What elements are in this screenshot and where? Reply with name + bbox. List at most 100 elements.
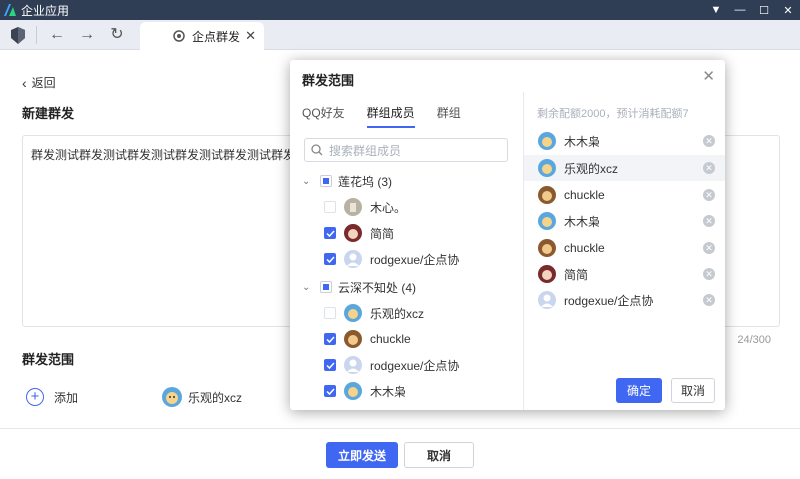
default-avatar-icon (344, 356, 362, 374)
tab-group-members[interactable]: 群组成员 (366, 104, 415, 128)
remove-icon[interactable]: ✕ (703, 162, 715, 174)
tab-label: 企点群发 (192, 29, 241, 44)
photo-avatar-icon (344, 198, 362, 216)
selected-label: chuckle (564, 188, 605, 202)
group-checkbox[interactable] (320, 281, 332, 293)
member-label: 木心。 (370, 200, 407, 215)
tab-groups[interactable]: 群组 (437, 104, 461, 128)
remove-icon[interactable]: ✕ (703, 189, 715, 201)
search-placeholder: 搜索群组成员 (329, 143, 402, 158)
member-label: 乐观的xcz (370, 306, 425, 321)
group-row[interactable]: ⌄ 云深不知处 (4) (290, 274, 523, 300)
member-checkbox[interactable] (324, 227, 336, 239)
remove-icon[interactable]: ✕ (703, 294, 715, 306)
member-row[interactable]: chuckle (290, 326, 523, 352)
tab-qidian-broadcast[interactable]: 企点群发 ✕ (140, 22, 264, 50)
member-row[interactable]: 乐观的xcz (290, 300, 523, 326)
tab-qq-friends[interactable]: QQ好友 (302, 104, 345, 128)
member-label: rodgexue/企点协 (370, 358, 460, 373)
dialog-close-icon[interactable]: ✕ (702, 67, 715, 85)
dialog-tabs: QQ好友 群组成员 群组 (302, 104, 483, 128)
back-link[interactable]: ‹ 返回 (22, 74, 56, 91)
chevron-down-icon[interactable]: ▼ (704, 0, 728, 20)
group-label: 莲花坞 (3) (338, 174, 393, 189)
caret-down-icon[interactable]: ⌄ (302, 176, 310, 187)
dialog-cancel-button[interactable]: 取消 (671, 378, 715, 403)
app-title: 企业应用 (21, 3, 70, 18)
remove-icon[interactable]: ✕ (703, 215, 715, 227)
caret-down-icon[interactable]: ⌄ (302, 282, 310, 293)
member-checkbox[interactable] (324, 359, 336, 371)
add-recipient-button[interactable]: + 添加 (26, 388, 78, 406)
message-text: 群发测试群发测试群发测试群发测试群发测试群发测试 (31, 148, 293, 162)
browser-toolbar: ← → ↻ 企点群发 ✕ (0, 20, 800, 50)
quota-hint: 剩余配额2000，预计消耗配额7 (537, 108, 689, 120)
back-arrow-icon[interactable]: ← (48, 26, 66, 44)
member-label: 简简 (370, 226, 395, 241)
selected-label: 乐观的xcz (564, 161, 619, 176)
group-checkbox[interactable] (320, 175, 332, 187)
dialog-confirm-button[interactable]: 确定 (616, 378, 662, 403)
maximize-icon[interactable]: ☐ (752, 0, 776, 20)
selected-label: 简简 (564, 267, 589, 282)
cancel-button[interactable]: 取消 (404, 442, 474, 468)
chosen-recipient: 乐观的xcz (162, 387, 242, 407)
member-checkbox[interactable] (324, 201, 336, 213)
cartoon-avatar-icon (162, 387, 182, 407)
new-broadcast-title: 新建群发 (22, 106, 75, 121)
selected-label: rodgexue/企点协 (564, 293, 654, 308)
remove-icon[interactable]: ✕ (703, 242, 715, 254)
back-label: 返回 (31, 76, 56, 90)
selected-item: rodgexue/企点协 ✕ (524, 287, 725, 313)
member-search-input[interactable]: 搜索群组成员 (304, 138, 508, 162)
member-row[interactable]: 简简 (290, 220, 523, 246)
selected-item: chuckle ✕ (524, 182, 725, 208)
app-logo-icon (4, 4, 16, 16)
close-icon[interactable]: ✕ (776, 0, 800, 20)
member-checkbox[interactable] (324, 333, 336, 345)
title-bar: 企业应用 ▼ — ☐ ✕ (0, 0, 800, 20)
anime-avatar-icon (344, 224, 362, 242)
anime-avatar-icon (538, 265, 556, 283)
default-avatar-icon (344, 250, 362, 268)
selected-item: chuckle ✕ (524, 235, 725, 261)
plus-icon: + (26, 388, 44, 406)
member-row[interactable]: 木心。 (290, 194, 523, 220)
cartoon-avatar-icon (538, 212, 556, 230)
member-row[interactable]: rodgexue/企点协 (290, 246, 523, 272)
forward-arrow-icon[interactable]: → (78, 26, 96, 44)
cartoon-avatar-icon (344, 304, 362, 322)
refresh-icon[interactable]: ↻ (108, 26, 126, 44)
search-icon (311, 144, 323, 156)
cartoon-avatar-icon (344, 382, 362, 400)
group-row[interactable]: ⌄ 莲花坞 (3) (290, 168, 523, 194)
member-checkbox[interactable] (324, 385, 336, 397)
member-checkbox[interactable] (324, 253, 336, 265)
cartoon-avatar-icon (538, 159, 556, 177)
selected-item: 木木枭 ✕ (524, 208, 725, 234)
remove-icon[interactable]: ✕ (703, 268, 715, 280)
member-row[interactable]: rodgexue/企点协 (290, 352, 523, 378)
member-label: rodgexue/企点协 (370, 252, 460, 267)
tab-app-icon (173, 30, 185, 42)
monkey-avatar-icon (538, 186, 556, 204)
send-now-button[interactable]: 立即发送 (326, 442, 398, 468)
shield-icon[interactable] (10, 27, 26, 44)
toolbar-divider (36, 26, 37, 44)
footer-divider (0, 428, 800, 429)
default-avatar-icon (538, 291, 556, 309)
member-label: 木木枭 (370, 384, 407, 399)
member-checkbox[interactable] (324, 307, 336, 319)
member-row[interactable]: 木木枭 (290, 378, 523, 404)
minimize-icon[interactable]: — (728, 0, 752, 20)
add-label: 添加 (54, 390, 79, 405)
remove-icon[interactable]: ✕ (703, 135, 715, 147)
tab-close-icon[interactable]: ✕ (245, 28, 256, 44)
selected-item: 木木枭 ✕ (524, 128, 725, 154)
selected-item: 简简 ✕ (524, 261, 725, 287)
monkey-avatar-icon (344, 330, 362, 348)
chevron-left-icon: ‹ (22, 74, 27, 91)
cartoon-avatar-icon (538, 132, 556, 150)
group-label: 云深不知处 (4) (338, 280, 417, 295)
selected-label: 木木枭 (564, 214, 601, 229)
